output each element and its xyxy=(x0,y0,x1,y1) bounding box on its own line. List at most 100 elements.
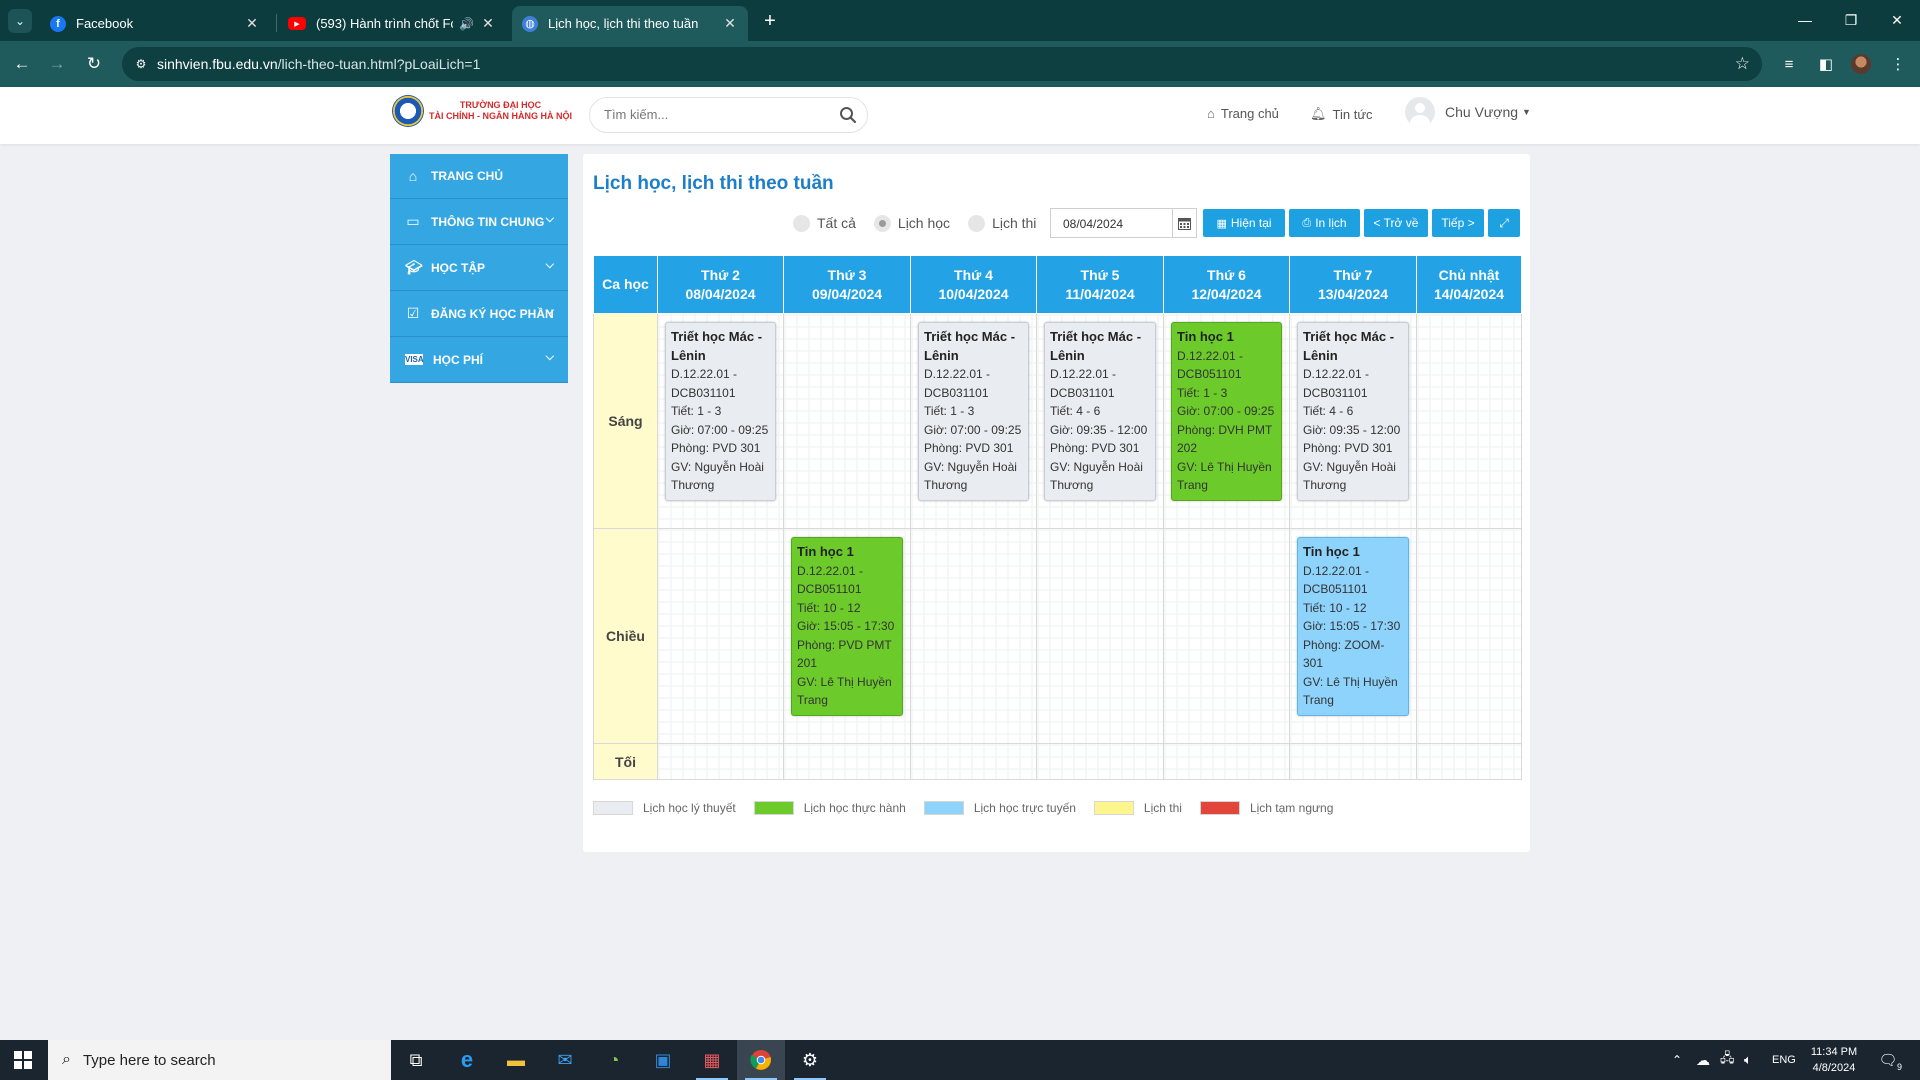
home-icon: ⌂ xyxy=(1207,106,1215,121)
column-header-day: Thứ 5 11/04/2024 xyxy=(1036,255,1164,314)
edge-icon[interactable]: e xyxy=(443,1040,491,1080)
site-info-icon[interactable]: ⚙ xyxy=(132,55,150,73)
user-menu[interactable]: Chu Vượng ▼ xyxy=(1405,97,1531,127)
taskbar-clock[interactable]: 11:34 PM 4/8/2024 xyxy=(1808,1044,1860,1076)
today-button[interactable]: ▦ Hiện tại xyxy=(1203,209,1285,237)
radio-exam[interactable]: Lịch thi xyxy=(968,214,1036,232)
file-explorer-icon[interactable]: ▬ xyxy=(492,1040,540,1080)
sidebar-item-general-info[interactable]: ▭ THÔNG TIN CHUNG ⌵ xyxy=(390,199,568,245)
network-icon[interactable]: 🖧︎ xyxy=(1720,1040,1735,1080)
graduation-cap-icon: 🎓︎ xyxy=(405,259,423,275)
tab-youtube[interactable]: ▶ (593) Hành trình chốt Ford Ranger 🔊 ✕ xyxy=(278,6,506,41)
radio-dot[interactable] xyxy=(873,214,891,232)
chrome-icon[interactable] xyxy=(737,1040,785,1080)
schedule-cell xyxy=(1036,743,1164,780)
schedule-cell: Triết học Mác - Lênin D.12.22.01 - DCB03… xyxy=(1289,313,1417,529)
windows-start-icon[interactable] xyxy=(14,1051,32,1069)
class-event[interactable]: Triết học Mác - Lênin D.12.22.01 - DCB03… xyxy=(1044,322,1156,501)
tab-facebook[interactable]: f Facebook ✕ xyxy=(40,6,270,41)
radio-dot[interactable] xyxy=(793,214,810,232)
radio-all[interactable]: Tất cả xyxy=(793,214,856,232)
school-logo[interactable]: TRƯỜNG ĐẠI HỌC TÀI CHÍNH - NGÂN HÀNG HÀ … xyxy=(392,95,572,127)
address-bar[interactable]: ⚙ sinhvien.fbu.edu.vn/lich-theo-tuan.htm… xyxy=(122,47,1762,81)
sidebar-menu: ⌂ TRANG CHỦ ▭ THÔNG TIN CHUNG ⌵ 🎓︎ HỌC T… xyxy=(390,154,568,383)
app-leaf-icon[interactable]: ◔ xyxy=(590,1040,638,1080)
previous-week-button[interactable]: < Trở về xyxy=(1364,209,1428,237)
minimize-icon[interactable]: — xyxy=(1782,8,1828,32)
legend-item: Lịch học lý thuyết xyxy=(593,801,736,815)
browser-toolbar: ← → ↻ ⚙ sinhvien.fbu.edu.vn/lich-theo-tu… xyxy=(0,41,1920,87)
search-icon[interactable] xyxy=(839,106,857,124)
url-text[interactable]: sinhvien.fbu.edu.vn/lich-theo-tuan.html?… xyxy=(157,56,480,72)
reload-icon[interactable]: ↻ xyxy=(82,52,106,76)
nav-home-link[interactable]: ⌂ Trang chủ xyxy=(1207,106,1279,121)
schedule-cell: Tin học 1 D.12.22.01 - DCB051101 Tiết: 1… xyxy=(1289,528,1417,744)
sidebar-item-tuition[interactable]: VISA HỌC PHÍ ⌵ xyxy=(390,337,568,383)
side-panel-icon[interactable]: ◧ xyxy=(1814,52,1838,76)
volume-icon[interactable]: 🔈︎ xyxy=(1744,1040,1752,1080)
close-tab-icon[interactable]: ✕ xyxy=(244,15,260,32)
profile-avatar[interactable] xyxy=(1851,54,1871,74)
legend-item: Lịch tạm ngưng xyxy=(1199,801,1333,815)
radio-study[interactable]: Lịch học xyxy=(873,214,950,232)
kebab-menu-icon[interactable]: ⋮ xyxy=(1886,52,1910,76)
forward-arrow-icon[interactable]: → xyxy=(45,52,69,76)
legend-item: Lịch thi xyxy=(1093,801,1182,815)
printer-icon: ⎙ xyxy=(1302,216,1312,229)
tab-search-chevron-icon[interactable]: ⌄ xyxy=(8,9,32,33)
onedrive-cloud-icon[interactable]: ☁ xyxy=(1696,1040,1710,1080)
schedule-cell xyxy=(910,743,1037,780)
column-header-day: Thứ 2 08/04/2024 xyxy=(657,255,784,314)
class-event[interactable]: Tin học 1 D.12.22.01 - DCB051101 Tiết: 1… xyxy=(1171,322,1282,501)
table-row-morning: Sáng Triết học Mác - Lênin D.12.22.01 - … xyxy=(593,313,1522,529)
fullscreen-button[interactable]: ⤢ xyxy=(1488,209,1520,237)
print-button[interactable]: ⎙ In lịch xyxy=(1289,209,1360,237)
column-header-day: Chủ nhật 14/04/2024 xyxy=(1416,255,1522,314)
schedule-cell xyxy=(1416,528,1522,744)
schedule-cell: Triết học Mác - Lênin D.12.22.01 - DCB03… xyxy=(657,313,784,529)
class-event[interactable]: Tin học 1 D.12.22.01 - DCB051101 Tiết: 1… xyxy=(791,537,903,716)
sidebar-item-study[interactable]: 🎓︎ HỌC TẬP ⌵ xyxy=(390,245,568,291)
schedule-cell xyxy=(1289,743,1417,780)
schedule-cell: Tin học 1 D.12.22.01 - DCB051101 Tiết: 1… xyxy=(783,528,911,744)
store-icon[interactable]: ▣ xyxy=(639,1040,687,1080)
nav-news-link[interactable]: 🔔︎ Tin tức xyxy=(1310,106,1373,122)
tab-schedule[interactable]: ◍ Lịch học, lịch thi theo tuần ✕ xyxy=(512,6,748,41)
close-tab-icon[interactable]: ✕ xyxy=(480,15,496,32)
close-tab-icon[interactable]: ✕ xyxy=(722,15,738,32)
new-tab-plus-icon[interactable]: + xyxy=(758,9,782,33)
page-title: Lịch học, lịch thi theo tuần xyxy=(593,173,834,194)
table-row-evening: Tối xyxy=(593,743,1522,780)
speaker-icon[interactable]: 🔊 xyxy=(459,17,474,31)
settings-gear-icon[interactable]: ⚙ xyxy=(786,1040,834,1080)
class-event[interactable]: Triết học Mác - Lênin D.12.22.01 - DCB03… xyxy=(918,322,1029,501)
mail-icon[interactable]: ✉ xyxy=(541,1040,589,1080)
bookmark-star-icon[interactable]: ☆ xyxy=(1735,54,1750,74)
table-header-row: Ca học Thứ 2 08/04/2024 Thứ 3 09/04/2024 T… xyxy=(593,255,1522,314)
search-input[interactable] xyxy=(604,107,824,122)
legend-item: Lịch học thực hành xyxy=(753,801,906,815)
media-control-icon[interactable]: ≡ xyxy=(1777,52,1801,76)
search-box xyxy=(589,97,868,133)
tray-overflow-chevron-icon[interactable]: ⌃ xyxy=(1672,1040,1682,1080)
input-language[interactable]: ENG xyxy=(1772,1040,1796,1080)
back-arrow-icon[interactable]: ← xyxy=(10,52,34,76)
schedule-cell: Triết học Mác - Lênin D.12.22.01 - DCB03… xyxy=(910,313,1037,529)
radio-dot[interactable] xyxy=(968,214,986,232)
close-window-icon[interactable]: ✕ xyxy=(1874,8,1920,32)
task-view-icon[interactable]: ⧉ xyxy=(392,1040,440,1080)
next-week-button[interactable]: Tiếp > xyxy=(1432,209,1484,237)
calendar-icon[interactable] xyxy=(1172,209,1196,237)
legend-swatch xyxy=(923,801,964,815)
restore-icon[interactable]: ❐ xyxy=(1828,8,1874,32)
date-input[interactable] xyxy=(1063,217,1163,231)
app-grid-icon[interactable]: ▦ xyxy=(688,1040,736,1080)
taskbar-search-box[interactable]: ⌕ Type here to search xyxy=(48,1040,391,1080)
sidebar-item-course-registration[interactable]: ☑ ĐĂNG KÝ HỌC PHẦN ⌵ xyxy=(390,291,568,337)
class-event[interactable]: Triết học Mác - Lênin D.12.22.01 - DCB03… xyxy=(1297,322,1409,501)
tab-separator xyxy=(276,14,277,32)
notification-center-icon[interactable]: 🗨︎ 9 xyxy=(1876,1048,1902,1072)
class-event[interactable]: Tin học 1 D.12.22.01 - DCB051101 Tiết: 1… xyxy=(1297,537,1409,716)
class-event[interactable]: Triết học Mác - Lênin D.12.22.01 - DCB03… xyxy=(665,322,776,501)
sidebar-item-home[interactable]: ⌂ TRANG CHỦ xyxy=(390,154,568,199)
